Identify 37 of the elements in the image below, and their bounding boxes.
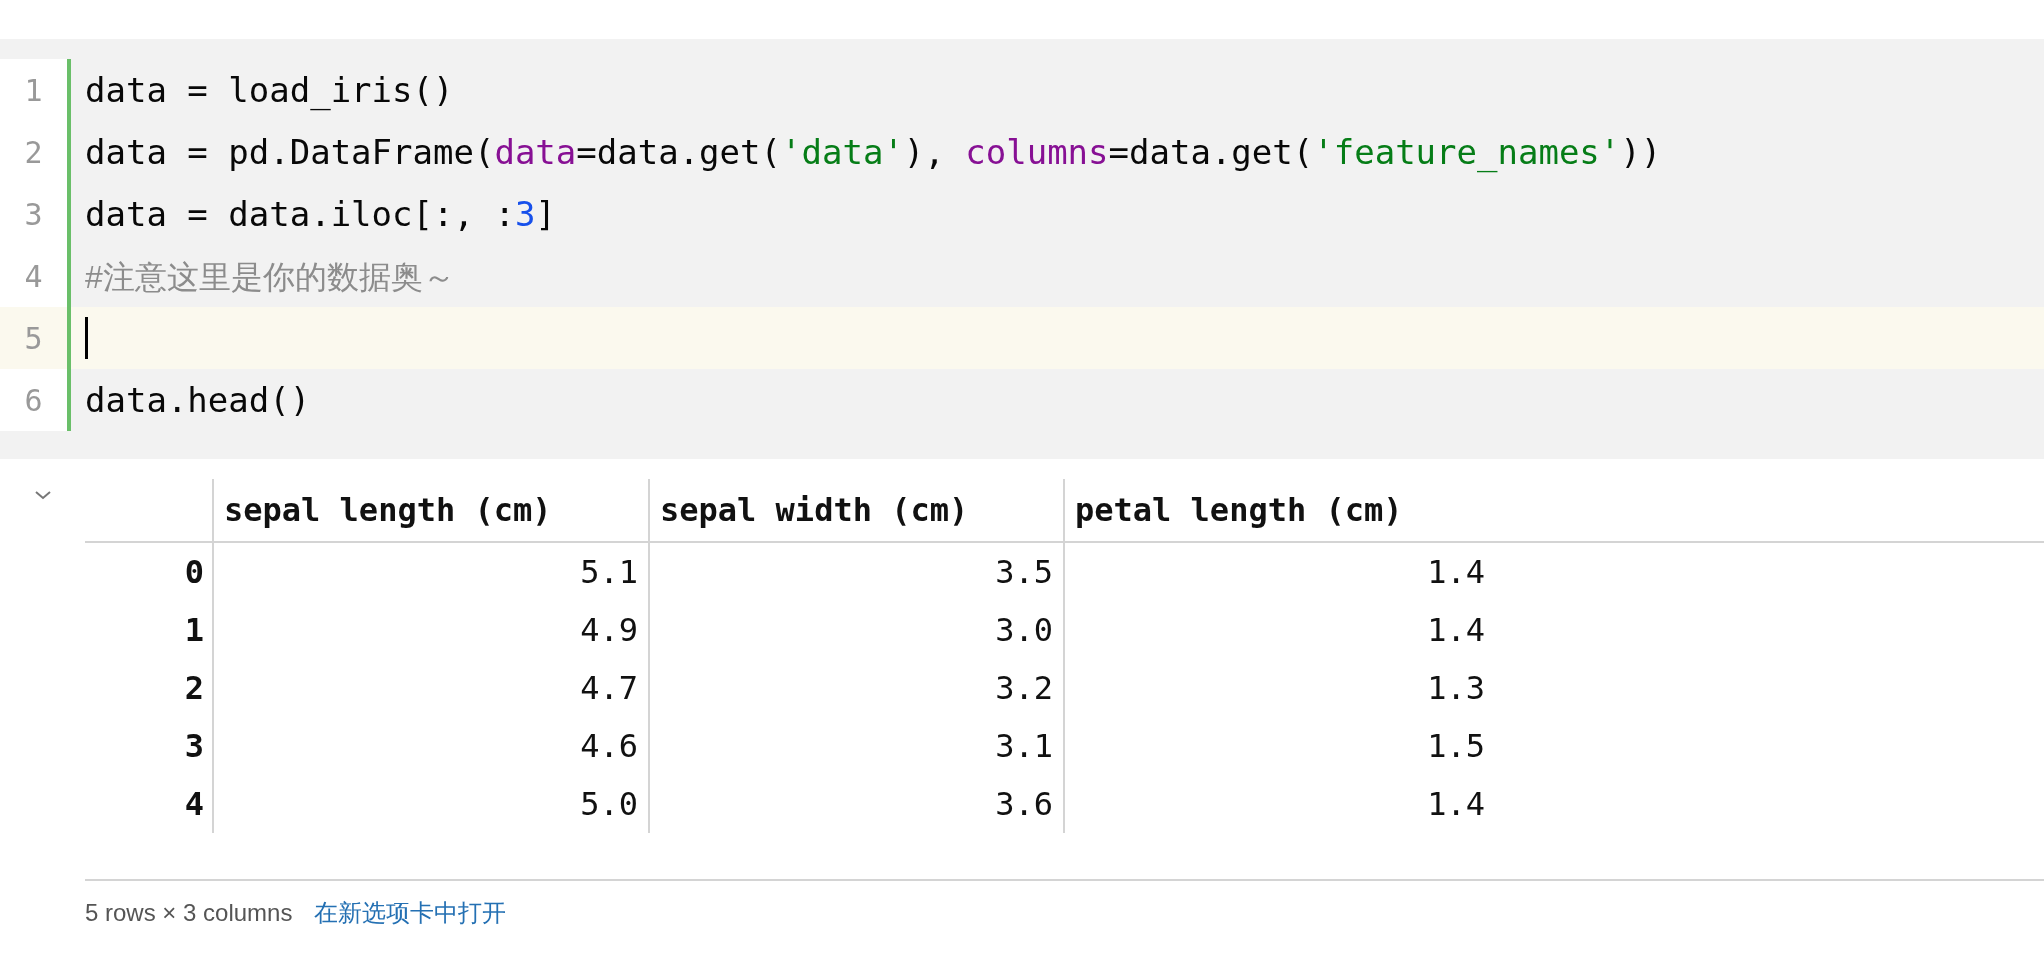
text-cursor <box>85 317 88 359</box>
column-header: sepal length (cm) <box>224 490 552 531</box>
row-index: 1 <box>184 610 204 651</box>
table-cell-text: 3.5 <box>995 552 1053 593</box>
table-cell-text: 4.9 <box>580 610 638 651</box>
code-line: data = pd.DataFrame(data=data.get('data'), columns=data.get('feature_names')) <box>85 130 1662 175</box>
row-index: 0 <box>184 552 204 593</box>
column-header: petal length (cm) <box>1075 490 1403 531</box>
row-index: 2 <box>184 668 204 709</box>
code-line: data = data.iloc[:, :3] <box>85 192 556 236</box>
table-cell-text: 5.1 <box>580 552 638 593</box>
code-line: data = load_iris() <box>85 68 454 113</box>
code-line: #注意这里是你的数据奥～ <box>85 257 455 297</box>
table-cell-text: 1.5 <box>1427 726 1485 767</box>
table-cell-text: 1.4 <box>1427 552 1485 593</box>
table-cell-text: 3.6 <box>995 784 1053 825</box>
column-header: sepal width (cm) <box>660 490 969 531</box>
table-summary: 5 rows × 3 columns <box>85 898 293 928</box>
code-line: data.head() <box>85 378 311 422</box>
table-cell-text: 1.4 <box>1427 610 1485 651</box>
table-cell-text: 3.1 <box>995 726 1053 767</box>
line-number: 4 <box>24 257 43 296</box>
line-number: 2 <box>24 133 43 172</box>
line-number: 1 <box>24 71 43 110</box>
line-number: 6 <box>24 381 43 420</box>
table-cell-text: 4.7 <box>580 668 638 709</box>
table-cell-text: 5.0 <box>580 784 638 825</box>
table-cell-text: 1.3 <box>1427 668 1485 709</box>
table-cell-text: 3.2 <box>995 668 1053 709</box>
row-index: 3 <box>184 726 204 767</box>
line-number: 3 <box>24 195 43 234</box>
row-index: 4 <box>184 784 204 825</box>
table-cell-text: 3.0 <box>995 610 1053 651</box>
table-cell-text: 1.4 <box>1427 784 1485 825</box>
table-cell-text: 4.6 <box>580 726 638 767</box>
open-in-new-tab-link[interactable]: 在新选项卡中打开 <box>314 895 507 931</box>
line-number: 5 <box>24 319 43 358</box>
